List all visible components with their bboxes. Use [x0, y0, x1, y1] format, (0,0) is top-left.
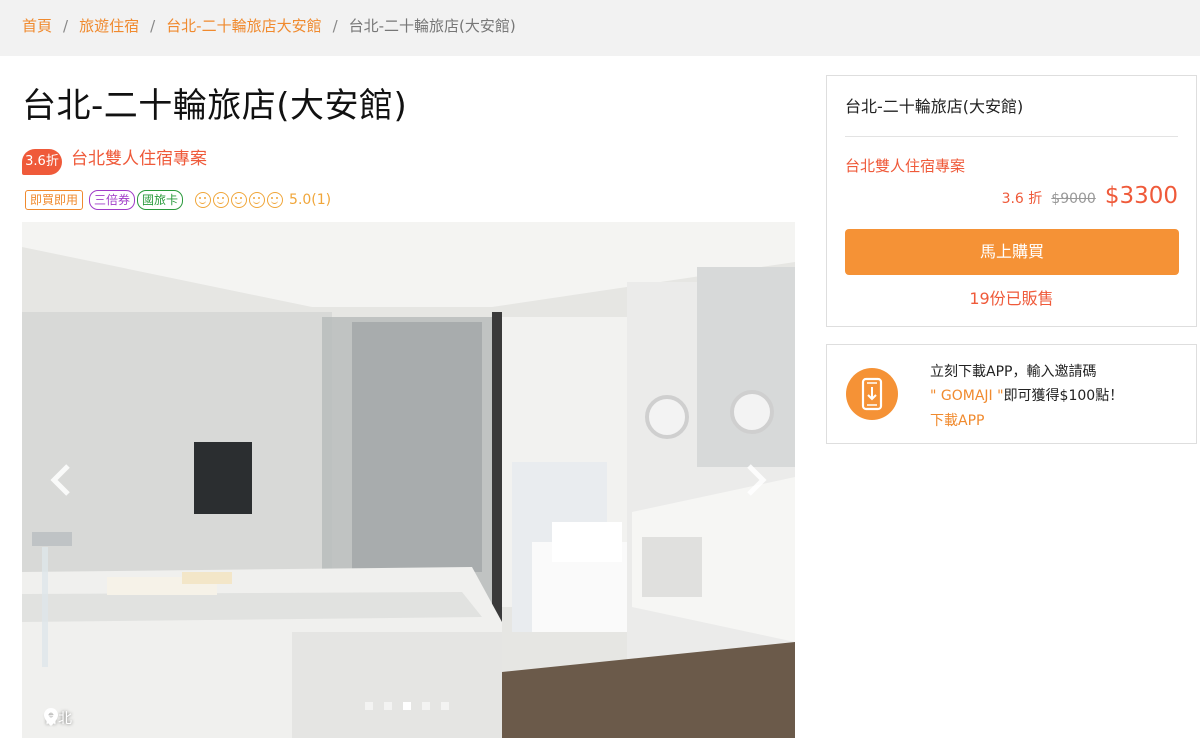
app-promo-line2: " GOMAJI "即可獲得$100點！ [930, 386, 1123, 406]
slide-dot[interactable] [441, 702, 449, 710]
card-plan-name: 台北雙人住宿專案 [845, 157, 966, 175]
smiley-icon [231, 192, 248, 208]
breadcrumb-separator: / [150, 17, 156, 35]
sold-count: 19份已販售 [969, 289, 1054, 308]
download-app-link[interactable]: 下載APP [930, 411, 984, 431]
breadcrumb-bar: 首頁 / 旅遊住宿 / 台北-二十輪旅店大安館 / 台北-二十輪旅店(大安館) [0, 0, 1200, 56]
discount-text: 3.6 折 [1001, 191, 1043, 207]
plan-title: 台北雙人住宿專案 [71, 149, 207, 169]
breadcrumb-separator: / [63, 17, 69, 35]
breadcrumb-hotel[interactable]: 台北-二十輪旅店大安館 [166, 16, 321, 36]
smiley-icon [249, 192, 266, 208]
slide-dot[interactable] [365, 702, 373, 710]
tag-row: 即買即用 三倍券 國旅卡 5.0(1) [25, 189, 331, 211]
invite-code: " GOMAJI " [930, 388, 1004, 404]
map-pin-icon [44, 708, 58, 726]
breadcrumb-separator: / [332, 17, 338, 35]
page-title: 台北-二十輪旅店(大安館) [22, 86, 408, 126]
chevron-left-icon [50, 464, 70, 496]
app-download-card: 立刻下載APP，輸入邀請碼 " GOMAJI "即可獲得$100點！ 下載APP [826, 344, 1197, 444]
card-hotel-name: 台北-二十輪旅店(大安館) [845, 97, 1024, 116]
phone-download-glyph [861, 377, 883, 411]
original-price: $9000 [1051, 191, 1096, 207]
rating-score[interactable]: 5.0(1) [289, 192, 331, 208]
divider [845, 136, 1178, 137]
sale-price: $3300 [1104, 183, 1178, 209]
discount-badge: 3.6折 [22, 149, 62, 175]
slide-dot[interactable] [422, 702, 430, 710]
next-slide-button[interactable] [741, 460, 771, 500]
purchase-card: 台北-二十輪旅店(大安館) 台北雙人住宿專案 3.6 折 $9000 $3300… [826, 75, 1197, 327]
smiley-icon [267, 192, 284, 208]
breadcrumb-travel[interactable]: 旅遊住宿 [79, 16, 139, 36]
breadcrumb-home[interactable]: 首頁 [22, 16, 52, 36]
hotel-room-photo [22, 222, 795, 738]
breadcrumb: 首頁 / 旅遊住宿 / 台北-二十輪旅店大安館 / 台北-二十輪旅店(大安館) [22, 16, 516, 36]
tag-travel-card: 國旅卡 [137, 190, 184, 210]
price-row: 3.6 折 $9000 $3300 [1002, 183, 1178, 209]
chevron-right-icon [747, 464, 767, 496]
buy-now-button[interactable]: 馬上購買 [845, 229, 1179, 275]
rating-faces [195, 192, 285, 208]
prev-slide-button[interactable] [46, 460, 76, 500]
photo-gallery[interactable]: 台北 [22, 222, 795, 738]
app-promo-reward: 即可獲得$100點！ [1003, 388, 1124, 404]
smiley-icon [195, 192, 212, 208]
app-promo-line1: 立刻下載APP，輸入邀請碼 [930, 364, 1097, 380]
tag-instant-use: 即買即用 [25, 190, 84, 210]
slide-dot[interactable] [403, 702, 411, 710]
tag-triple-voucher: 三倍券 [89, 190, 136, 210]
smiley-icon [213, 192, 230, 208]
breadcrumb-current: 台北-二十輪旅店(大安館) [348, 17, 516, 35]
slide-indicators [365, 702, 460, 710]
location-label: 台北 [44, 708, 72, 728]
phone-download-icon[interactable] [846, 368, 898, 420]
slide-dot[interactable] [384, 702, 392, 710]
